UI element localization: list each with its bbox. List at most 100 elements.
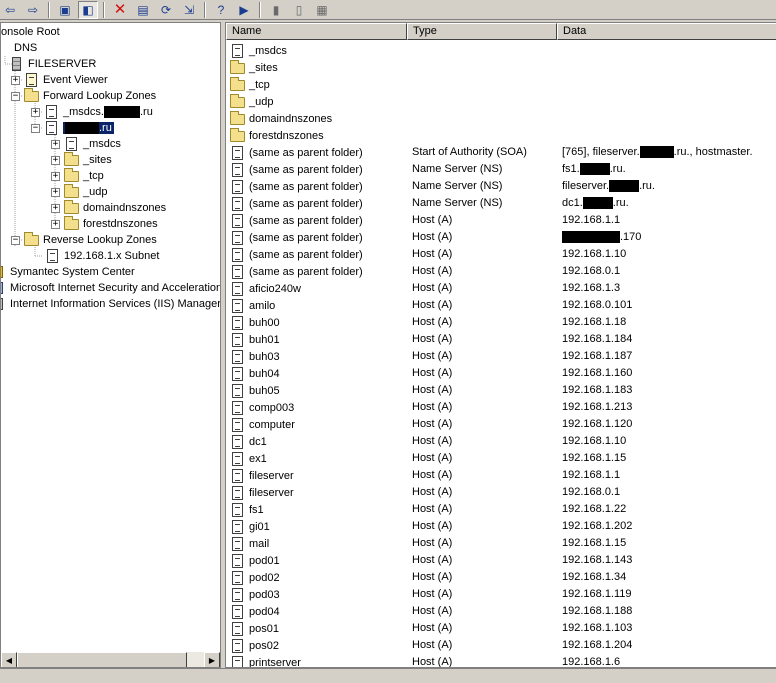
tree-item-reverse-subnet[interactable]: 192.168.1.x Subnet [45, 248, 159, 264]
tree-item-tcp[interactable]: + _tcp [51, 168, 104, 184]
scrollbar-thumb[interactable] [17, 652, 187, 667]
list-row[interactable]: (same as parent folder) Name Server (NS) f… [226, 161, 776, 178]
list-row[interactable]: buh00 Host (A) 192.168.1.18 [226, 314, 776, 331]
list-row[interactable]: buh05 Host (A) 192.168.1.183 [226, 382, 776, 399]
list-row[interactable]: (same as parent folder) Host (A) 192.168.0… [226, 263, 776, 280]
list-row[interactable]: buh01 Host (A) 192.168.1.184 [226, 331, 776, 348]
list-row[interactable]: aficio240w Host (A) 192.168.1.3 [226, 280, 776, 297]
list-row[interactable]: ex1 Host (A) 192.168.1.15 [226, 450, 776, 467]
list-row[interactable]: _msdcs [226, 42, 776, 59]
list-row[interactable]: (same as parent folder) Host (A) 192.168.1… [226, 212, 776, 229]
list-row[interactable]: fileserver Host (A) 192.168.0.1 [226, 484, 776, 501]
collapse-icon[interactable]: − [11, 91, 20, 101]
list-row[interactable]: dc1 Host (A) 192.168.1.10 [226, 433, 776, 450]
scroll-left-icon[interactable]: ◀ [1, 652, 17, 667]
tree-item-udp[interactable]: + _udp [51, 184, 107, 200]
tree-item-msdcs-zone[interactable]: + _msdcs. .ru [31, 104, 153, 120]
tree-item-symantec[interactable]: Symantec System Center [1, 264, 135, 280]
collapse-icon[interactable]: − [31, 123, 40, 133]
record-icon [230, 366, 246, 381]
column-header-type[interactable]: Type [407, 23, 557, 40]
delete-icon[interactable]: ✕ [110, 1, 130, 19]
expand-icon[interactable]: + [31, 107, 40, 117]
console-tree[interactable]: onsole Root − DNS FILESERVER + Event Vie… [0, 22, 221, 668]
list-row[interactable]: (same as parent folder) Host (A) 192.168.1… [226, 246, 776, 263]
list-row[interactable]: pos01 Host (A) 192.168.1.103 [226, 620, 776, 637]
tree-item-reverse-lookup-zones[interactable]: − Reverse Lookup Zones [11, 232, 157, 248]
help-icon[interactable]: ? [211, 1, 231, 19]
tree-item-fileserver[interactable]: FILESERVER [9, 56, 96, 72]
tree-item-isa[interactable]: Microsoft Internet Security and Accelera… [1, 280, 220, 296]
list-row[interactable]: forestdnszones [226, 127, 776, 144]
list-row[interactable]: pod04 Host (A) 192.168.1.188 [226, 603, 776, 620]
record-icon [230, 519, 246, 534]
expand-icon[interactable]: + [51, 171, 60, 181]
cell-data: 192.168.1.1 [562, 469, 621, 481]
tree-item-event-viewer[interactable]: + Event Viewer [11, 72, 108, 88]
list-row[interactable]: printserver Host (A) 192.168.1.6 [226, 654, 776, 667]
list-row[interactable]: buh04 Host (A) 192.168.1.160 [226, 365, 776, 382]
details-list[interactable]: Name Type Data _msdcs _sites _tcp _udp domai… [225, 22, 776, 668]
tree-item-domaindnszones[interactable]: + domaindnszones [51, 200, 166, 216]
tree-item-selected-zone[interactable]: − .ru [31, 120, 114, 136]
tree-item-console-root[interactable]: onsole Root [1, 24, 60, 40]
tree-item-forward-lookup-zones[interactable]: − Forward Lookup Zones [11, 88, 156, 104]
tree-item-dns[interactable]: − DNS [1, 40, 37, 56]
tree-horizontal-scrollbar[interactable]: ◀ ▶ [1, 651, 220, 667]
list-row[interactable]: fileserver Host (A) 192.168.1.1 [226, 467, 776, 484]
expand-icon[interactable]: + [51, 203, 60, 213]
list-row[interactable]: mail Host (A) 192.168.1.15 [226, 535, 776, 552]
list-row[interactable]: buh03 Host (A) 192.168.1.187 [226, 348, 776, 365]
record-name: buh00 [249, 316, 280, 329]
refresh-icon[interactable]: ⟳ [156, 1, 176, 19]
record-name: forestdnszones [249, 129, 324, 142]
cell-data: 192.168.0.101 [562, 299, 633, 311]
cell-name: _msdcs [230, 42, 287, 59]
new-host-icon[interactable]: ▮ [266, 1, 286, 19]
list-row[interactable]: (same as parent folder) Name Server (NS) d… [226, 195, 776, 212]
expand-icon[interactable]: + [11, 75, 20, 85]
action-pane-icon[interactable]: ▶ [234, 1, 254, 19]
cell-type: Host (A) [412, 299, 453, 311]
expand-icon[interactable]: + [51, 155, 60, 165]
list-row[interactable]: pod02 Host (A) 192.168.1.34 [226, 569, 776, 586]
forward-arrow-icon[interactable]: ⇨ [23, 1, 43, 19]
up-one-level-icon[interactable]: ▣ [55, 1, 75, 19]
new-record-icon[interactable]: ▯ [289, 1, 309, 19]
new-zone-icon[interactable]: ▦ [312, 1, 332, 19]
tree-item-label: .ru [63, 121, 114, 135]
list-row[interactable]: comp003 Host (A) 192.168.1.213 [226, 399, 776, 416]
tree-item-forestdnszones[interactable]: + forestdnszones [51, 216, 158, 232]
list-row[interactable]: amilo Host (A) 192.168.0.101 [226, 297, 776, 314]
list-row[interactable]: pos02 Host (A) 192.168.1.204 [226, 637, 776, 654]
show-hide-console-tree-icon[interactable]: ◧ [78, 0, 98, 19]
list-row[interactable]: _sites [226, 59, 776, 76]
expand-icon[interactable]: + [51, 219, 60, 229]
collapse-icon[interactable]: − [11, 235, 20, 245]
tree-item-sites[interactable]: + _sites [51, 152, 112, 168]
list-row[interactable]: fs1 Host (A) 192.168.1.22 [226, 501, 776, 518]
expand-icon[interactable]: + [51, 139, 60, 149]
expand-icon[interactable]: + [51, 187, 60, 197]
tree-item-msdcs[interactable]: + _msdcs [51, 136, 121, 152]
scroll-right-icon[interactable]: ▶ [204, 652, 220, 667]
list-row[interactable]: gi01 Host (A) 192.168.1.202 [226, 518, 776, 535]
symantec-icon [1, 265, 7, 279]
list-row[interactable]: _udp [226, 93, 776, 110]
back-arrow-icon[interactable]: ⇦ [0, 1, 20, 19]
server-icon [9, 57, 25, 71]
column-header-name[interactable]: Name [226, 23, 407, 40]
list-row[interactable]: computer Host (A) 192.168.1.120 [226, 416, 776, 433]
column-header-data[interactable]: Data [557, 23, 776, 40]
properties-icon[interactable]: ▤ [133, 1, 153, 19]
list-row[interactable]: pod01 Host (A) 192.168.1.143 [226, 552, 776, 569]
list-row[interactable]: _tcp [226, 76, 776, 93]
record-name: _sites [249, 61, 278, 74]
list-row[interactable]: domaindnszones [226, 110, 776, 127]
list-row[interactable]: pod03 Host (A) 192.168.1.119 [226, 586, 776, 603]
export-list-icon[interactable]: ⇲ [179, 1, 199, 19]
list-row[interactable]: (same as parent folder) Name Server (NS) f… [226, 178, 776, 195]
list-row[interactable]: (same as parent folder) Host (A) .170 [226, 229, 776, 246]
list-row[interactable]: (same as parent folder) Start of Authorit… [226, 144, 776, 161]
tree-item-iis[interactable]: Internet Information Services (IIS) Mana… [1, 296, 220, 312]
